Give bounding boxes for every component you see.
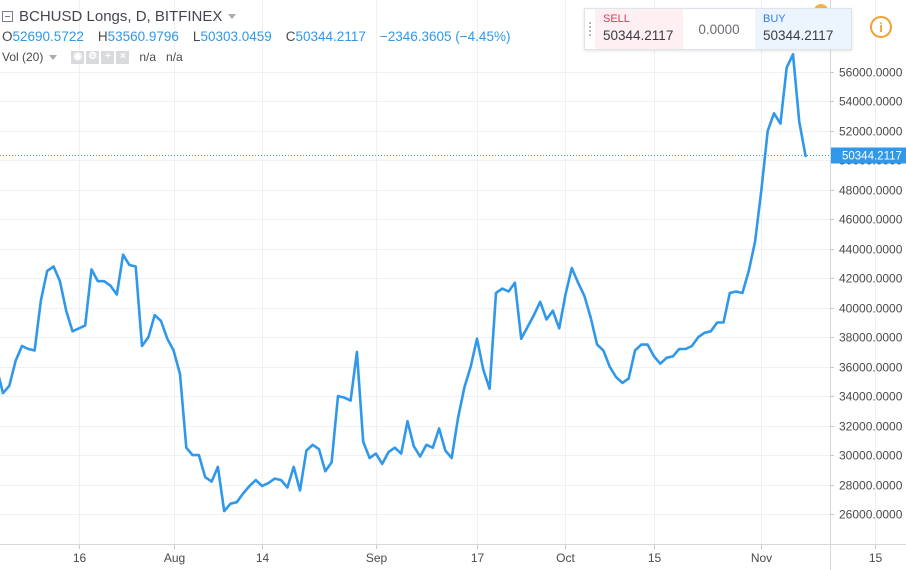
- volume-label[interactable]: Vol (20): [2, 50, 43, 64]
- y-tick-label: 42000.0000: [839, 272, 903, 286]
- high-value: 53560.9796: [107, 29, 179, 44]
- price-axis[interactable]: 26000.0000 28000.0000 30000.0000 32000.0000…: [830, 66, 903, 522]
- x-tick-label: Nov: [751, 551, 772, 565]
- drag-handle-icon[interactable]: [585, 9, 595, 49]
- x-tick-label: Oct: [556, 551, 575, 565]
- close-label: C: [285, 29, 296, 44]
- symbol-title[interactable]: BCHUSD Longs, D, BITFINEX: [19, 8, 222, 25]
- low-value: 50303.0459: [200, 29, 272, 44]
- x-tick-label: Aug: [164, 551, 185, 565]
- grid: [0, 0, 876, 544]
- buy-price: 50344.2117: [763, 28, 834, 43]
- ohlc-legend: O 52690.5722 H 53560.9796 L 50303.0459 C 503…: [2, 29, 524, 44]
- y-tick-label: 26000.0000: [839, 508, 903, 522]
- series-line: [0, 53, 807, 513]
- y-tick-label: 44000.0000: [839, 243, 903, 257]
- collapse-icon[interactable]: [2, 10, 13, 22]
- x-tick-label: 15: [648, 551, 662, 565]
- y-tick-label: 52000.0000: [839, 125, 903, 139]
- eye-icon[interactable]: ◉: [71, 50, 85, 64]
- price-chart[interactable]: 26000.0000 28000.0000 30000.0000 32000.0000…: [0, 0, 906, 570]
- y-tick-label: 32000.0000: [839, 420, 903, 434]
- y-tick-label: 48000.0000: [839, 184, 903, 198]
- low-label: L: [192, 29, 201, 44]
- open-label: O: [2, 29, 13, 44]
- last-price-tag: 50344.2117: [831, 147, 906, 164]
- open-value: 52690.5722: [12, 29, 84, 44]
- info-icon[interactable]: i: [870, 16, 892, 38]
- trade-panel: SELL 50344.2117 0.0000 BUY 50344.2117: [584, 8, 852, 50]
- volume-chevron-down-icon[interactable]: [49, 54, 58, 60]
- spread-value: 0.0000: [698, 21, 740, 37]
- buy-button[interactable]: BUY 50344.2117: [755, 9, 851, 49]
- sell-label: SELL: [603, 13, 630, 25]
- y-tick-label: 56000.0000: [839, 66, 903, 80]
- y-tick-label: 28000.0000: [839, 479, 903, 493]
- time-axis[interactable]: 16 Aug 14 Sep 17 Oct 15 Nov 15: [73, 545, 883, 565]
- last-price-tag-text: 50344.2117: [842, 151, 902, 163]
- x-tick-label: 15: [869, 551, 883, 565]
- close-icon[interactable]: ×: [116, 50, 130, 64]
- add-icon[interactable]: +: [101, 50, 115, 64]
- y-tick-label: 46000.0000: [839, 213, 903, 227]
- close-value: 50344.2117: [295, 29, 366, 44]
- symbol-header: BCHUSD Longs, D, BITFINEX: [2, 6, 237, 26]
- settings-icon[interactable]: ⚙: [86, 50, 100, 64]
- y-tick-label: 54000.0000: [839, 95, 903, 109]
- y-tick-label: 34000.0000: [839, 390, 903, 404]
- y-tick-label: 40000.0000: [839, 302, 903, 316]
- high-label: H: [97, 29, 108, 44]
- sell-button[interactable]: SELL 50344.2117: [595, 9, 683, 49]
- y-tick-label: 36000.0000: [839, 361, 903, 375]
- chevron-down-icon[interactable]: [228, 13, 237, 19]
- x-tick-label: 14: [256, 551, 270, 565]
- buy-label: BUY: [763, 13, 786, 25]
- change-value: −2346.3605 (−4.45%): [379, 29, 511, 44]
- y-tick-label: 30000.0000: [839, 449, 903, 463]
- sell-price: 50344.2117: [603, 28, 674, 43]
- x-tick-label: 17: [471, 551, 485, 565]
- volume-value-2: n/a: [166, 50, 183, 64]
- y-tick-label: 38000.0000: [839, 331, 903, 345]
- volume-legend: Vol (20) ◉ ⚙ + × n/a n/a: [2, 50, 183, 64]
- volume-value-1: n/a: [139, 50, 157, 64]
- x-tick-label: Sep: [366, 551, 388, 565]
- x-tick-label: 16: [73, 551, 87, 565]
